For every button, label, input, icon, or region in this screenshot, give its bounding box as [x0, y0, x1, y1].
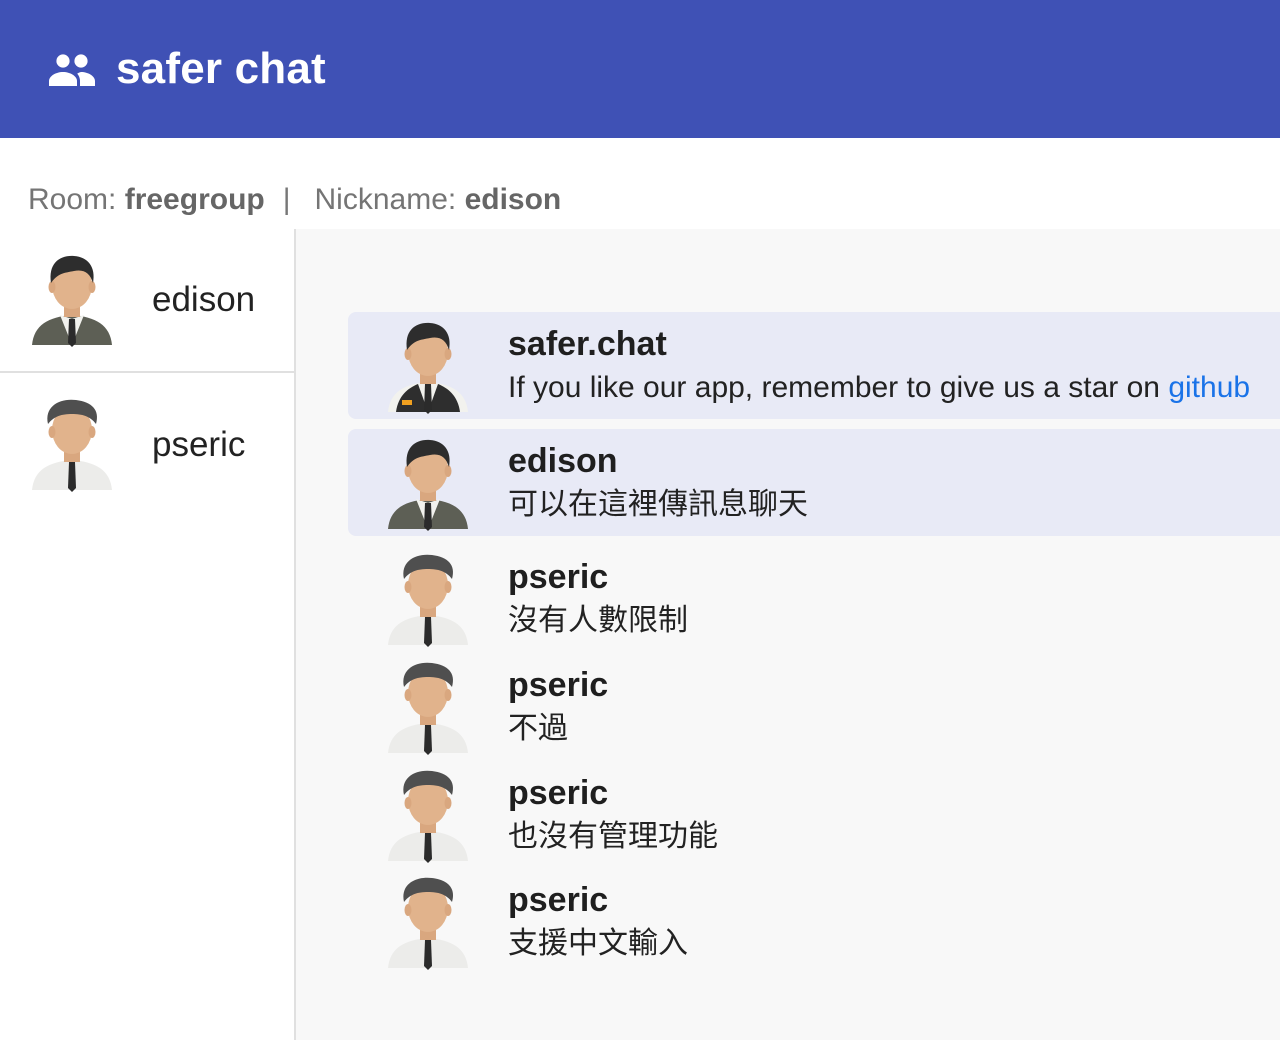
message-author: pseric: [508, 881, 609, 919]
message-author: safer.chat: [508, 325, 667, 363]
message-text-content: If you like our app, remember to give us…: [508, 371, 1169, 404]
member-list: edison pseric: [0, 229, 296, 1040]
member-item[interactable]: edison: [0, 229, 294, 373]
member-name: edison: [152, 280, 256, 319]
message-author: pseric: [508, 558, 609, 596]
message-item: safer.chat If you like our app, remember…: [348, 312, 1280, 419]
nickname-label: Nickname:: [314, 183, 457, 216]
avatar-shirt-icon: [386, 876, 470, 970]
message-text: 也沒有管理功能: [508, 820, 718, 853]
room-info-bar: Room: freegroup | Nickname: edison: [28, 178, 561, 222]
message-item: pseric 支援中文輸入: [348, 868, 1280, 975]
message-item: pseric 沒有人數限制: [348, 545, 1280, 652]
message-text: If you like our app, remember to give us…: [508, 366, 1250, 410]
message-text: 沒有人數限制: [508, 604, 688, 637]
avatar-shirt-icon: [30, 398, 114, 492]
room-label: Room:: [28, 183, 117, 216]
app-bar: safer chat: [0, 0, 1280, 138]
message-item: pseric 不過: [348, 653, 1280, 760]
nickname-value: edison: [464, 183, 562, 216]
message-author: pseric: [508, 774, 609, 812]
avatar-shirt-icon: [386, 661, 470, 755]
group-icon: [46, 49, 98, 89]
info-separator: |: [282, 183, 291, 216]
chat-panel[interactable]: safer.chat If you like our app, remember…: [296, 229, 1280, 1040]
message-item: pseric 也沒有管理功能: [348, 761, 1280, 868]
app-title: safer chat: [116, 44, 326, 93]
message-author: edison: [508, 442, 618, 480]
github-link[interactable]: github: [1168, 371, 1250, 404]
message-item: edison 可以在這裡傳訊息聊天: [348, 429, 1280, 536]
message-text: 支援中文輸入: [508, 927, 688, 960]
room-value: freegroup: [124, 183, 265, 216]
avatar-shirt-icon: [386, 553, 470, 647]
message-text: 可以在這裡傳訊息聊天: [508, 488, 808, 521]
avatar-vest-icon: [386, 320, 470, 414]
member-name: pseric: [152, 425, 246, 464]
avatar-suit-icon: [30, 253, 114, 347]
member-item[interactable]: pseric: [0, 373, 294, 517]
avatar-shirt-icon: [386, 769, 470, 863]
message-author: pseric: [508, 666, 609, 704]
avatar-suit-icon: [386, 437, 470, 531]
message-text: 不過: [508, 712, 568, 745]
